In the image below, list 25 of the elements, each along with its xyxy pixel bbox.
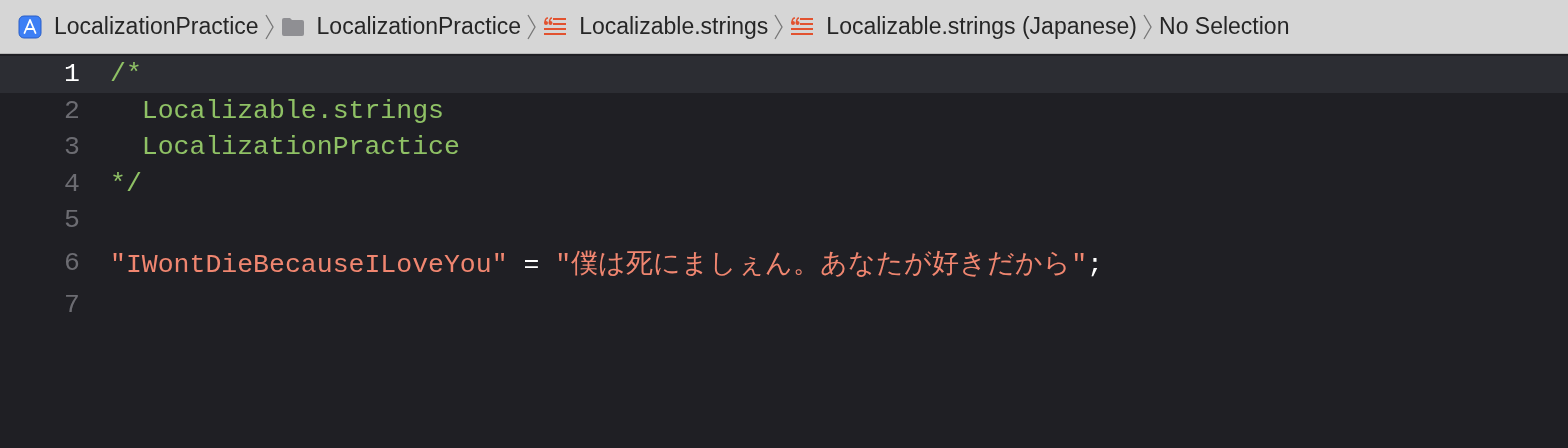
- breadcrumb-item[interactable]: LocalizationPractice: [18, 13, 259, 40]
- chevron-icon: [264, 13, 274, 40]
- chevron-icon: [527, 13, 537, 40]
- code-line: LocalizationPractice: [140, 132, 460, 163]
- breadcrumb-item[interactable]: Localizable.strings (Japanese): [790, 13, 1137, 40]
- line-number: 3: [63, 132, 80, 163]
- chevron-icon: [774, 13, 784, 40]
- chevron-icon: [1143, 13, 1152, 40]
- strings-file-icon: [790, 15, 815, 38]
- code-line: Localizable.strings: [140, 95, 444, 126]
- line-number: 5: [63, 205, 80, 236]
- app-icon: [18, 14, 42, 39]
- line-number: 2: [63, 95, 80, 126]
- code-line: */: [110, 168, 142, 199]
- code-line: /*: [110, 59, 142, 90]
- line-number: 6: [63, 247, 80, 278]
- folder-icon: [280, 16, 305, 37]
- line-number: 1: [63, 59, 80, 90]
- breadcrumb-item[interactable]: LocalizationPractice: [280, 13, 522, 40]
- code-line: "IWontDieBecauseILoveYou" = "僕は死にましぇん。あなたが好きだから";: [110, 248, 1103, 281]
- breadcrumb-item[interactable]: No Selection: [1159, 13, 1290, 40]
- strings-file-icon: [543, 15, 568, 38]
- breadcrumb-item[interactable]: Localizable.strings: [543, 13, 769, 40]
- line-number: 7: [63, 289, 80, 320]
- line-number: 4: [63, 168, 80, 199]
